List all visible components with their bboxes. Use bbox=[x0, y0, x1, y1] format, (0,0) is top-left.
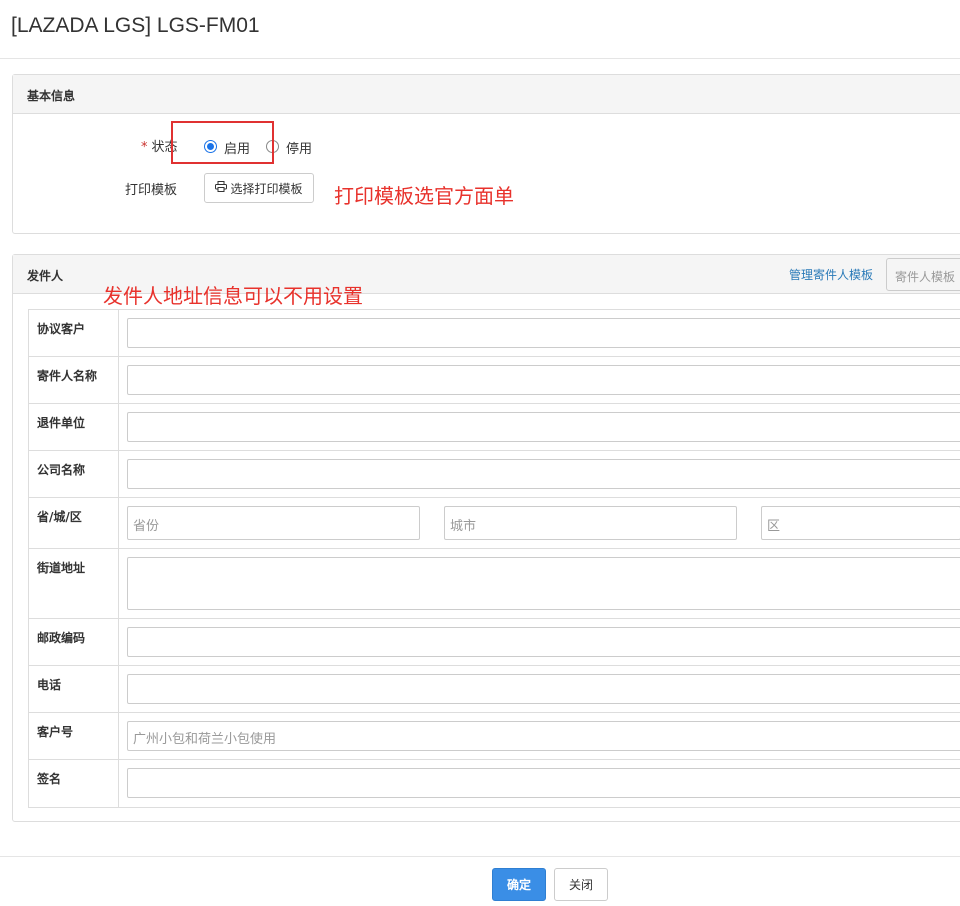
table-row: 省/城/区 省份 城市 区 bbox=[29, 498, 960, 549]
table-row: 电话 bbox=[29, 666, 960, 713]
status-disabled-label[interactable]: 停用 bbox=[286, 138, 312, 157]
city-input[interactable]: 城市 bbox=[444, 506, 737, 540]
basic-info-header: 基本信息 bbox=[13, 75, 960, 114]
dialog-footer bbox=[0, 856, 960, 906]
phone-input[interactable] bbox=[127, 674, 960, 704]
sender-name-input[interactable] bbox=[127, 365, 960, 395]
table-row: 协议客户 bbox=[29, 310, 960, 357]
return-unit-input[interactable] bbox=[127, 412, 960, 442]
table-row: 寄件人名称 bbox=[29, 357, 960, 404]
select-print-template-label: 选择打印模板 bbox=[230, 181, 303, 196]
basic-info-title: 基本信息 bbox=[27, 89, 76, 103]
agreement-customer-label: 协议客户 bbox=[29, 310, 119, 356]
print-template-annotation: 打印模板选官方面单 bbox=[334, 184, 514, 208]
confirm-button[interactable]: 确定 bbox=[492, 868, 546, 901]
return-unit-label: 退件单位 bbox=[29, 404, 119, 450]
company-name-input[interactable] bbox=[127, 459, 960, 489]
signature-label: 签名 bbox=[29, 760, 119, 807]
printer-icon bbox=[215, 181, 228, 195]
table-row: 退件单位 bbox=[29, 404, 960, 451]
select-print-template-button[interactable]: 选择打印模板 bbox=[204, 173, 314, 203]
table-row: 公司名称 bbox=[29, 451, 960, 498]
phone-label: 电话 bbox=[29, 666, 119, 712]
table-row: 客户号 广州小包和荷兰小包使用 bbox=[29, 713, 960, 760]
signature-input[interactable] bbox=[127, 768, 960, 798]
province-input[interactable]: 省份 bbox=[127, 506, 420, 540]
agreement-customer-input[interactable] bbox=[127, 318, 960, 348]
street-label: 街道地址 bbox=[29, 549, 119, 618]
postcode-label: 邮政编码 bbox=[29, 619, 119, 665]
status-highlight-box bbox=[171, 121, 274, 164]
sender-annotation: 发件人地址信息可以不用设置 bbox=[103, 284, 363, 308]
manage-sender-template-link[interactable]: 管理寄件人模板 bbox=[789, 266, 873, 283]
title-bar: [LAZADA LGS] LGS-FM01 bbox=[0, 0, 960, 59]
table-row: 邮政编码 bbox=[29, 619, 960, 666]
table-row: 签名 bbox=[29, 760, 960, 807]
company-name-label: 公司名称 bbox=[29, 451, 119, 497]
street-textarea[interactable] bbox=[127, 557, 960, 610]
page-title: [LAZADA LGS] LGS-FM01 bbox=[11, 14, 260, 37]
close-button[interactable]: 关闭 bbox=[554, 868, 608, 901]
sender-title: 发件人 bbox=[27, 269, 64, 283]
required-mark: * bbox=[141, 140, 148, 155]
region-label: 省/城/区 bbox=[29, 498, 119, 548]
sender-template-select[interactable]: 寄件人模板 bbox=[886, 258, 960, 291]
table-row: 街道地址 bbox=[29, 549, 960, 619]
customer-no-label: 客户号 bbox=[29, 713, 119, 759]
postcode-input[interactable] bbox=[127, 627, 960, 657]
print-template-label: 打印模板 bbox=[125, 183, 178, 198]
district-input[interactable]: 区 bbox=[761, 506, 960, 540]
customer-no-input[interactable]: 广州小包和荷兰小包使用 bbox=[127, 721, 960, 751]
sender-name-label: 寄件人名称 bbox=[29, 357, 119, 403]
sender-form-table: 协议客户 寄件人名称 退件单位 公司名称 省/城/区 省份 城市 区 街道地址 … bbox=[28, 309, 960, 808]
